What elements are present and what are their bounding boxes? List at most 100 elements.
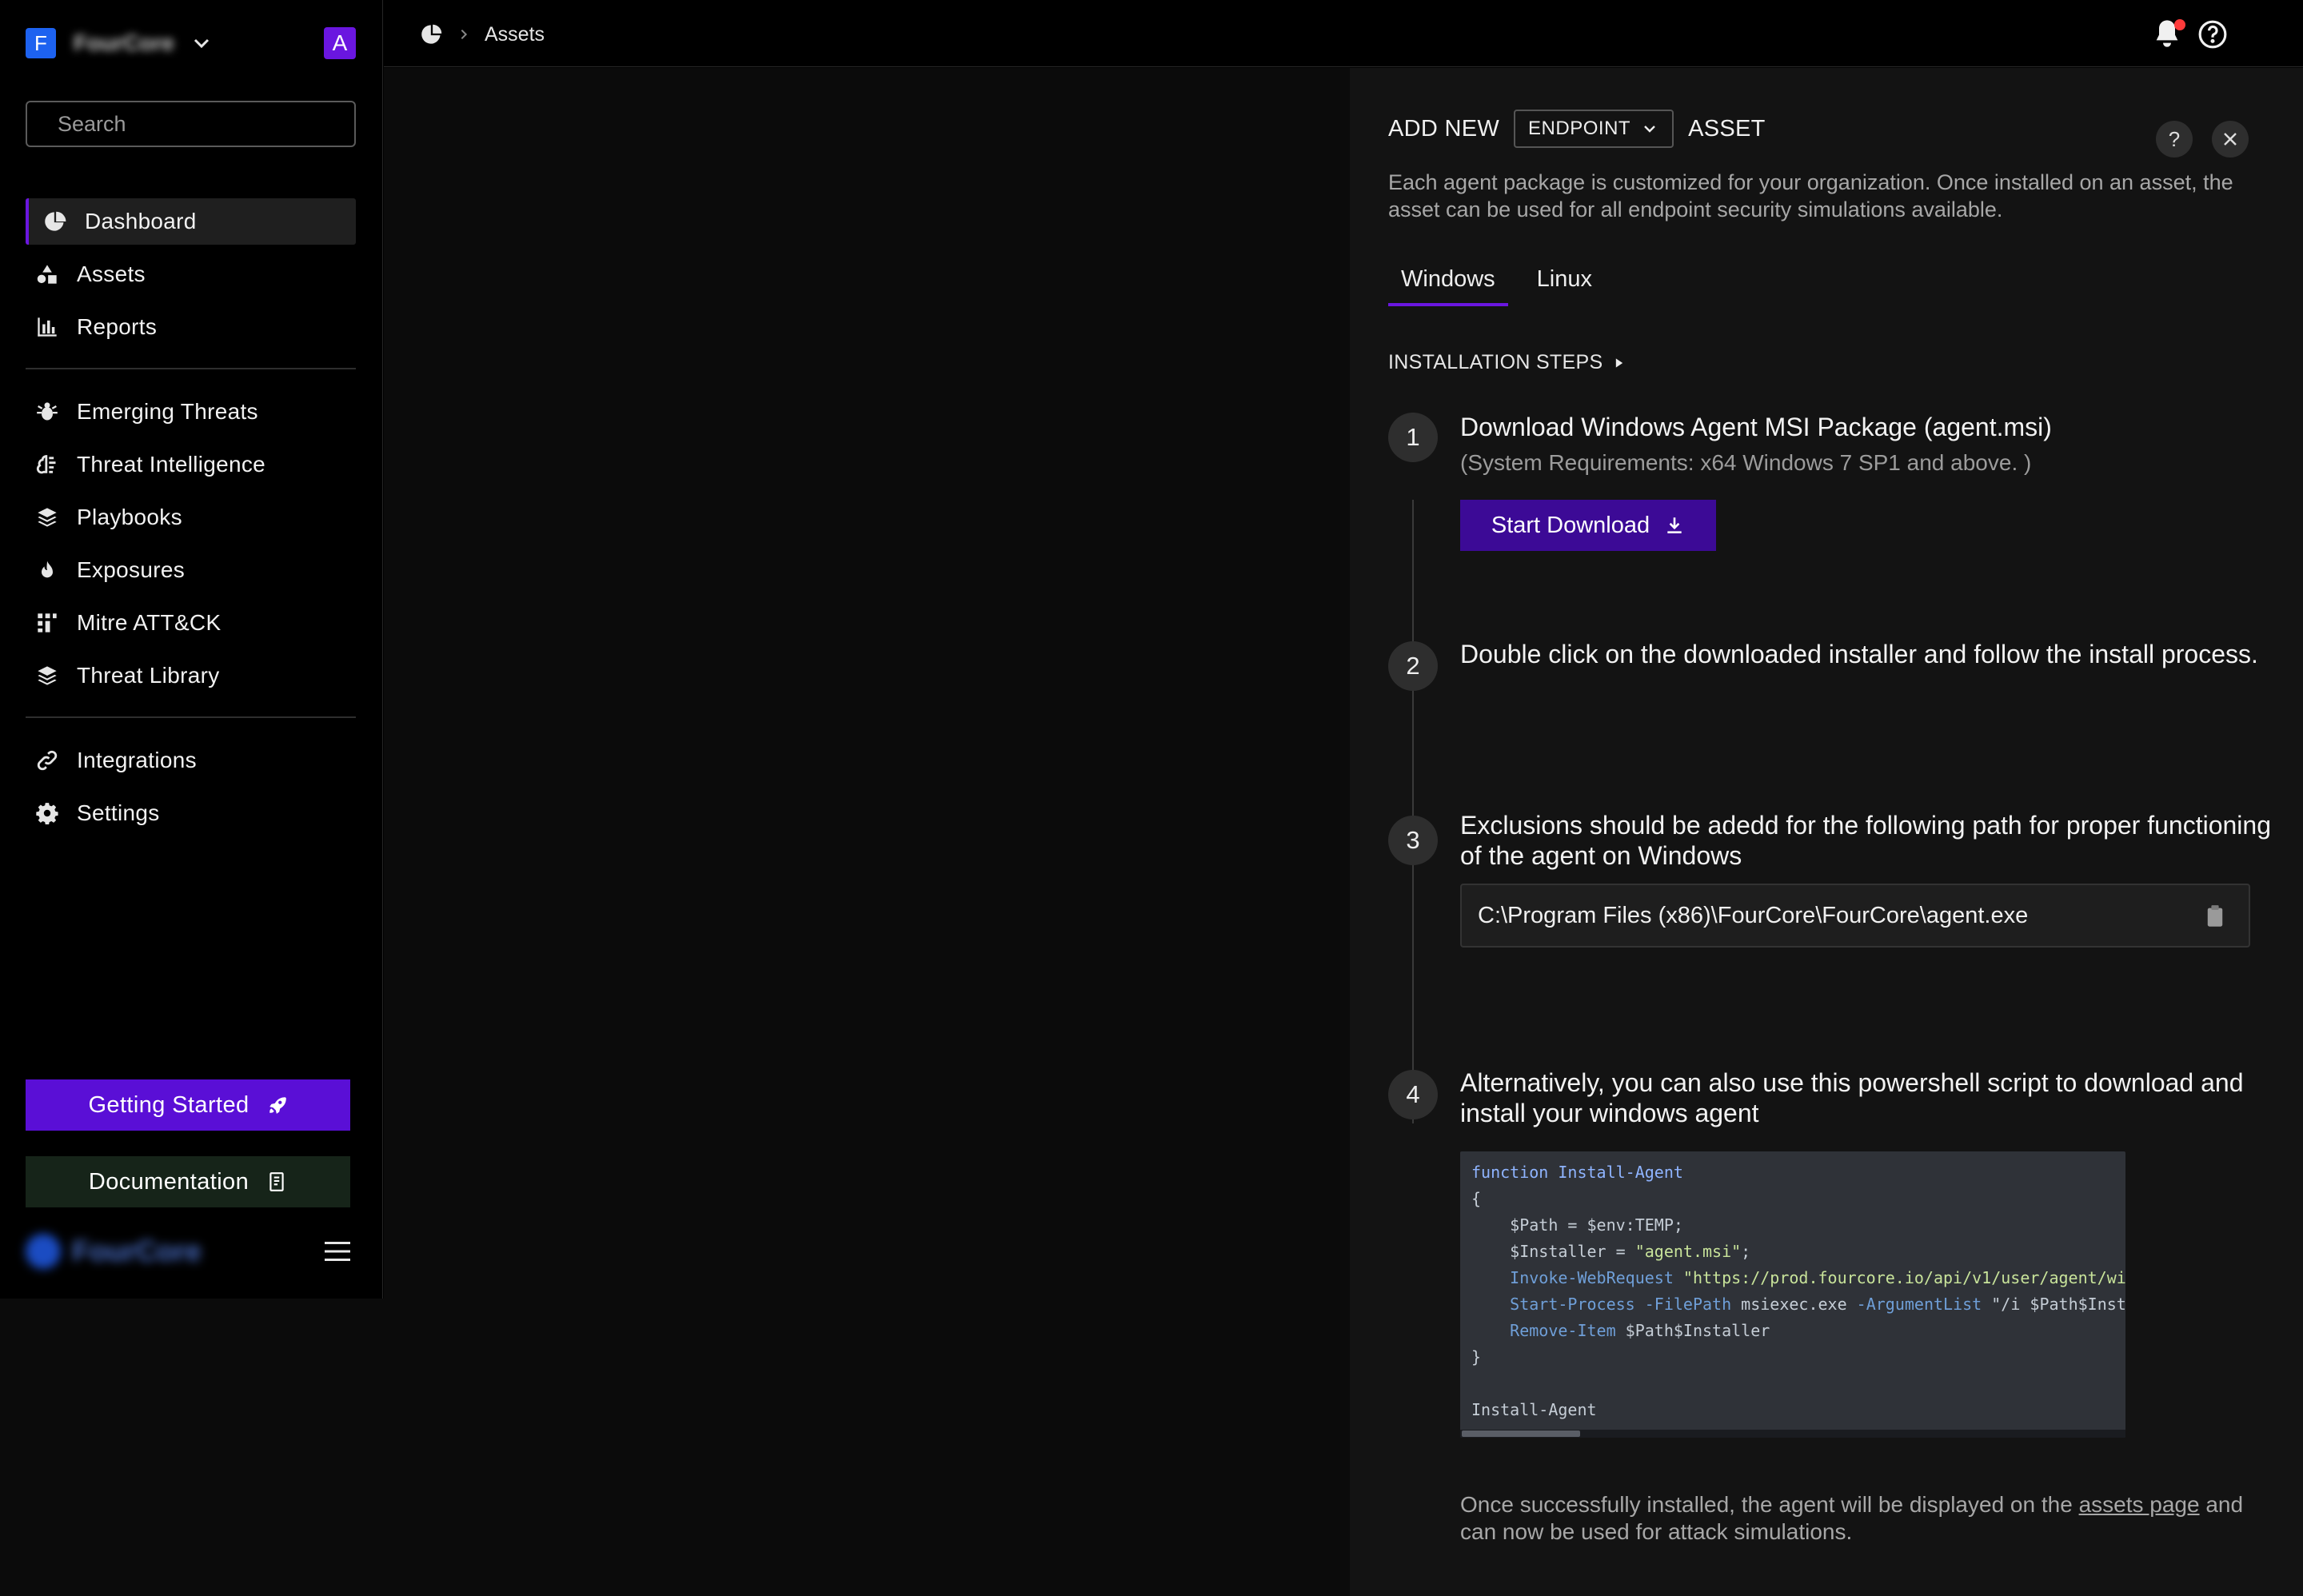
org-switcher[interactable]: F FourCore [26,27,214,59]
chevron-down-icon[interactable] [189,30,214,56]
installation-steps-toggle[interactable]: INSTALLATION STEPS [1388,351,1625,374]
search-input[interactable] [26,101,356,147]
sidebar-divider [26,368,356,369]
exclusion-path-field[interactable]: C:\Program Files (x86)\FourCore\FourCore… [1460,884,2250,948]
step-title: Alternatively, you can also use this pow… [1460,1068,2244,1127]
pie-chart-icon [43,209,67,233]
sidebar-item-label: Threat Library [77,663,220,688]
sidebar-item-label: Assets [77,261,146,286]
sidebar-item-threat-intelligence[interactable]: Threat Intelligence [26,441,356,488]
add-asset-drawer: ADD NEW ENDPOINT ASSET ? Each agent pack… [1350,68,2303,1596]
help-icon[interactable] [2197,19,2228,50]
main-content [384,68,1350,1596]
sidebar-item-label: Threat Intelligence [77,452,266,477]
sidebar-item-label: Reports [77,314,158,339]
sidebar-item-label: Mitre ATT&CK [77,610,222,635]
step-number: 3 [1388,816,1438,865]
org-name: FourCore [74,30,174,55]
nav-tertiary: Integrations Settings [26,737,356,843]
asset-type-select[interactable]: ENDPOINT [1514,110,1674,148]
close-icon [2224,133,2237,146]
chevron-down-icon [1644,126,1655,133]
sidebar-item-label: Emerging Threats [77,399,258,424]
sidebar-item-playbooks[interactable]: Playbooks [26,494,356,541]
org-avatar: F [26,28,56,58]
brand-name: FourCore [72,1235,202,1267]
close-button[interactable] [2212,121,2249,158]
step-subtitle: (System Requirements: x64 Windows 7 SP1 … [1460,450,2032,475]
sidebar-item-assets[interactable]: Assets [26,251,356,297]
tab-linux[interactable]: Linux [1524,266,1605,306]
drawer-title: ADD NEW ENDPOINT ASSET [1388,110,1766,148]
sidebar-divider [26,716,356,718]
nav-secondary: Emerging Threats Threat Intelligence Pla… [26,389,356,705]
step-title: Double click on the downloaded installer… [1460,640,2258,668]
start-download-button[interactable]: Start Download [1460,500,1716,551]
sidebar-item-label: Dashboard [85,209,197,233]
link-icon [35,748,59,772]
brand-mark-icon [26,1234,61,1269]
topbar: Assets [384,0,2303,67]
drawer-help-button[interactable]: ? [2156,121,2193,158]
layers-icon [35,664,59,688]
sidebar-item-label: Exposures [77,557,185,582]
sidebar-item-label: Settings [77,800,160,825]
add-new-label: ADD NEW [1388,115,1500,142]
os-tabs: Windows Linux [1388,266,1605,306]
bar-chart-icon [35,315,59,339]
sidebar-item-dashboard[interactable]: Dashboard [26,198,356,245]
steps-timeline [1412,500,1414,1123]
asset-label: ASSET [1688,115,1766,142]
user-avatar[interactable]: A [324,27,356,59]
sidebar-item-settings[interactable]: Settings [26,790,356,836]
gear-icon [35,801,59,825]
getting-started-button[interactable]: Getting Started [26,1079,350,1131]
shapes-icon [35,262,59,286]
documentation-label: Documentation [88,1168,249,1195]
code-scrollbar[interactable] [1460,1430,2125,1438]
start-download-label: Start Download [1491,512,1650,538]
code-scrollbar-thumb[interactable] [1462,1430,1580,1437]
tab-windows[interactable]: Windows [1388,266,1508,306]
sidebar-item-label: Integrations [77,748,197,772]
step-title: Download Windows Agent MSI Package (agen… [1460,413,2052,441]
installation-steps-label: INSTALLATION STEPS [1388,351,1603,373]
exclusion-path-value: C:\Program Files (x86)\FourCore\FourCore… [1478,902,2029,928]
sidebar-bottom-area [0,1299,384,1596]
step-number: 4 [1388,1070,1438,1119]
asset-type-value: ENDPOINT [1528,118,1631,139]
matrix-icon [35,611,59,635]
breadcrumb: Assets [421,19,545,50]
bug-icon [35,400,59,424]
sidebar-item-mitre[interactable]: Mitre ATT&CK [26,600,356,646]
assets-page-link[interactable]: assets page [2079,1492,2200,1517]
sidebar-item-exposures[interactable]: Exposures [26,547,356,593]
sidebar-item-threat-library[interactable]: Threat Library [26,652,356,699]
caret-right-icon [1616,357,1623,368]
pie-chart-icon[interactable] [421,23,443,46]
notification-dot [2174,19,2185,30]
sidebar-item-emerging-threats[interactable]: Emerging Threats [26,389,356,435]
final-note: Once successfully installed, the agent w… [1460,1491,2260,1546]
sidebar: F FourCore A Dashboard Assets Reports Em… [0,0,383,1299]
final-note-text: Once successfully installed, the agent w… [1460,1492,2079,1517]
sidebar-item-reports[interactable]: Reports [26,304,356,350]
brand-logo: FourCore [26,1231,202,1271]
clipboard-icon[interactable] [2204,904,2226,928]
document-icon [269,1172,284,1191]
breadcrumb-current[interactable]: Assets [485,23,545,46]
rocket-icon [269,1097,286,1114]
drawer-description: Each agent package is customized for you… [1388,170,2233,221]
download-icon [1667,517,1682,533]
brain-icon [35,453,59,477]
step-title: Exclusions should be adedd for the follo… [1460,811,2271,870]
flame-icon [35,558,59,582]
layers-icon [35,505,59,529]
documentation-button[interactable]: Documentation [26,1156,350,1207]
hamburger-menu-icon[interactable] [323,1239,352,1263]
chevron-right-icon [461,29,468,40]
powershell-code-block[interactable]: function Install-Agent { $Path = $env:TE… [1460,1151,2125,1438]
step-number: 2 [1388,641,1438,691]
nav-primary: Dashboard Assets Reports [26,198,356,357]
sidebar-item-integrations[interactable]: Integrations [26,737,356,784]
